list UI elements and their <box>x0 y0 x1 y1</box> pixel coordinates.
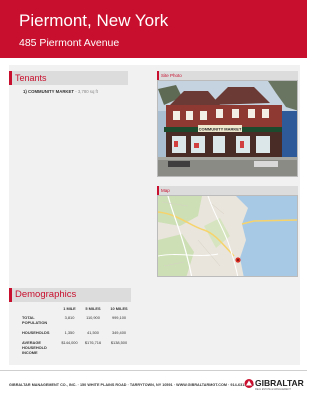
heading-accent <box>157 71 159 80</box>
heading-accent <box>9 71 12 85</box>
row-label: TOTAL POPULATION <box>22 315 48 325</box>
heading-accent <box>9 288 12 302</box>
table-cell: 349,400 <box>111 330 127 335</box>
gibraltar-logo: GIBRALTAR REAL ESTATE & MANAGEMENT <box>244 378 307 396</box>
tenants-heading-label: Tenants <box>15 73 47 83</box>
map-heading-label: Map <box>161 188 170 193</box>
table-cell: $176,716 <box>84 340 102 345</box>
tenant-name: COMMUNITY MARKET <box>28 89 75 94</box>
demographics-heading: Demographics <box>9 288 131 302</box>
tenant-item: 1) COMMUNITY MARKET - 3,780 sq ft <box>23 89 98 95</box>
gibraltar-logo-icon <box>244 379 254 388</box>
table-cell: 3,810 <box>64 315 75 320</box>
tenants-heading: Tenants <box>9 71 128 85</box>
tenant-size: - 3,780 sq ft <box>75 89 98 94</box>
row-label-header <box>22 306 59 315</box>
table-cell: 41,500 <box>87 330 99 335</box>
logo-wordmark: GIBRALTAR <box>255 378 304 388</box>
footer-contact-info: GIBRALTAR MANAGEMENT CO., INC. · 150 WHI… <box>9 383 254 387</box>
tenant-number: 1) <box>23 89 27 94</box>
property-address: 485 Piermont Avenue <box>19 37 120 49</box>
logo-tagline: REAL ESTATE & MANAGEMENT <box>255 388 291 391</box>
row-label: HOUSEHOLDS <box>22 330 50 335</box>
site-photo: COMMUNITY MARKET <box>157 80 298 177</box>
table-row: TOTAL POPULATION 3,810 110,900 999,100 <box>22 315 132 330</box>
heading-accent <box>157 186 159 195</box>
page-title: Piermont, New York <box>19 11 169 30</box>
page-header: Piermont, New York 485 Piermont Avenue <box>0 0 307 58</box>
column-header: 1 MILE <box>63 306 76 311</box>
table-row: AVERAGE HOUSEHOLD INCOME $144,000 $176,7… <box>22 340 132 360</box>
row-label: AVERAGE HOUSEHOLD INCOME <box>22 340 47 355</box>
table-cell: 999,100 <box>111 315 127 320</box>
table-cell: $138,500 <box>110 340 128 345</box>
map-image <box>158 196 297 276</box>
demographics-heading-label: Demographics <box>15 289 77 300</box>
site-photo-heading: Site Photo <box>157 71 298 80</box>
column-header: 5 MILES <box>85 306 101 311</box>
table-header-row: 1 MILE 5 MILES 10 MILES <box>22 306 132 315</box>
site-photo-heading-label: Site Photo <box>161 73 182 78</box>
table-cell: 110,900 <box>86 315 100 320</box>
site-photo-image: COMMUNITY MARKET <box>158 81 297 176</box>
table-cell: $144,000 <box>61 340 78 345</box>
store-sign-text: COMMUNITY MARKET <box>199 127 242 132</box>
table-row: HOUSEHOLDS 1,350 41,500 349,400 <box>22 330 132 340</box>
map-heading: Map <box>157 186 298 195</box>
column-header: 10 MILES <box>110 306 128 311</box>
demographics-table: 1 MILE 5 MILES 10 MILES TOTAL POPULATION… <box>22 306 132 360</box>
table-cell: 1,350 <box>64 330 75 335</box>
location-map[interactable] <box>157 195 298 277</box>
footer-divider <box>0 370 307 371</box>
